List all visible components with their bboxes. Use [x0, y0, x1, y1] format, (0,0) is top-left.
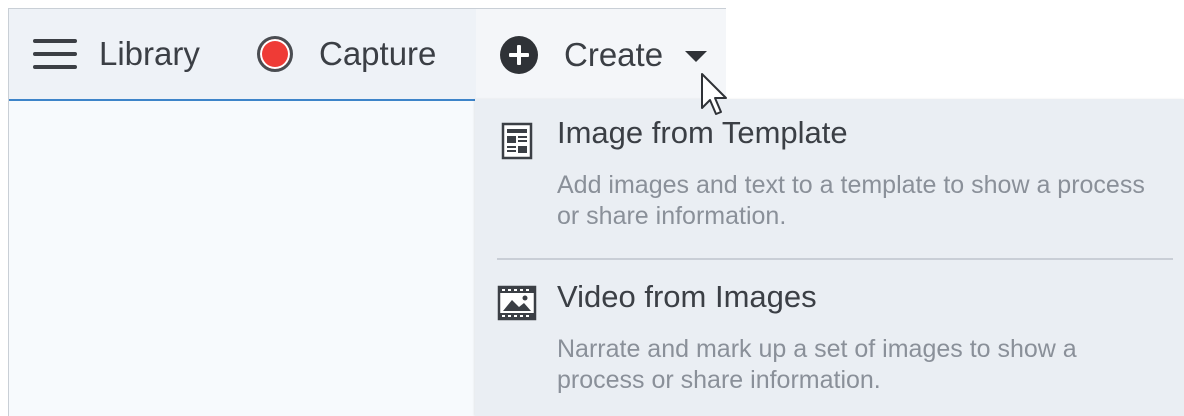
create-dropdown-menu: Image from Template Add images and text … — [475, 99, 1184, 416]
caret-down-icon — [685, 50, 708, 62]
capture-button[interactable]: Capture — [257, 9, 436, 99]
library-button[interactable]: Library — [33, 9, 200, 99]
create-label: Create — [564, 36, 664, 73]
menu-item-video-from-images[interactable]: Video from Images Narrate and mark up a … — [475, 263, 1184, 416]
menu-item-description: Add images and text to a template to sho… — [557, 171, 1145, 230]
menu-item-title: Video from Images — [557, 279, 817, 314]
plus-circle-icon — [500, 36, 538, 74]
top-toolbar: Library Capture Create — [9, 9, 726, 101]
library-label: Library — [99, 35, 200, 72]
menu-item-image-from-template[interactable]: Image from Template Add images and text … — [475, 99, 1184, 259]
create-button[interactable]: Create — [476, 9, 726, 101]
mouse-pointer-icon — [701, 73, 727, 115]
menu-divider — [497, 258, 1173, 260]
film-strip-icon — [497, 285, 537, 321]
record-icon — [257, 36, 293, 72]
template-icon — [501, 122, 533, 160]
screenshot-stage: Library Capture Create Image from Templa… — [0, 0, 1184, 416]
menu-item-title: Image from Template — [557, 115, 848, 150]
menu-item-description: Narrate and mark up a set of images to s… — [557, 335, 1077, 394]
capture-label: Capture — [319, 35, 437, 72]
hamburger-menu-icon — [33, 39, 77, 69]
